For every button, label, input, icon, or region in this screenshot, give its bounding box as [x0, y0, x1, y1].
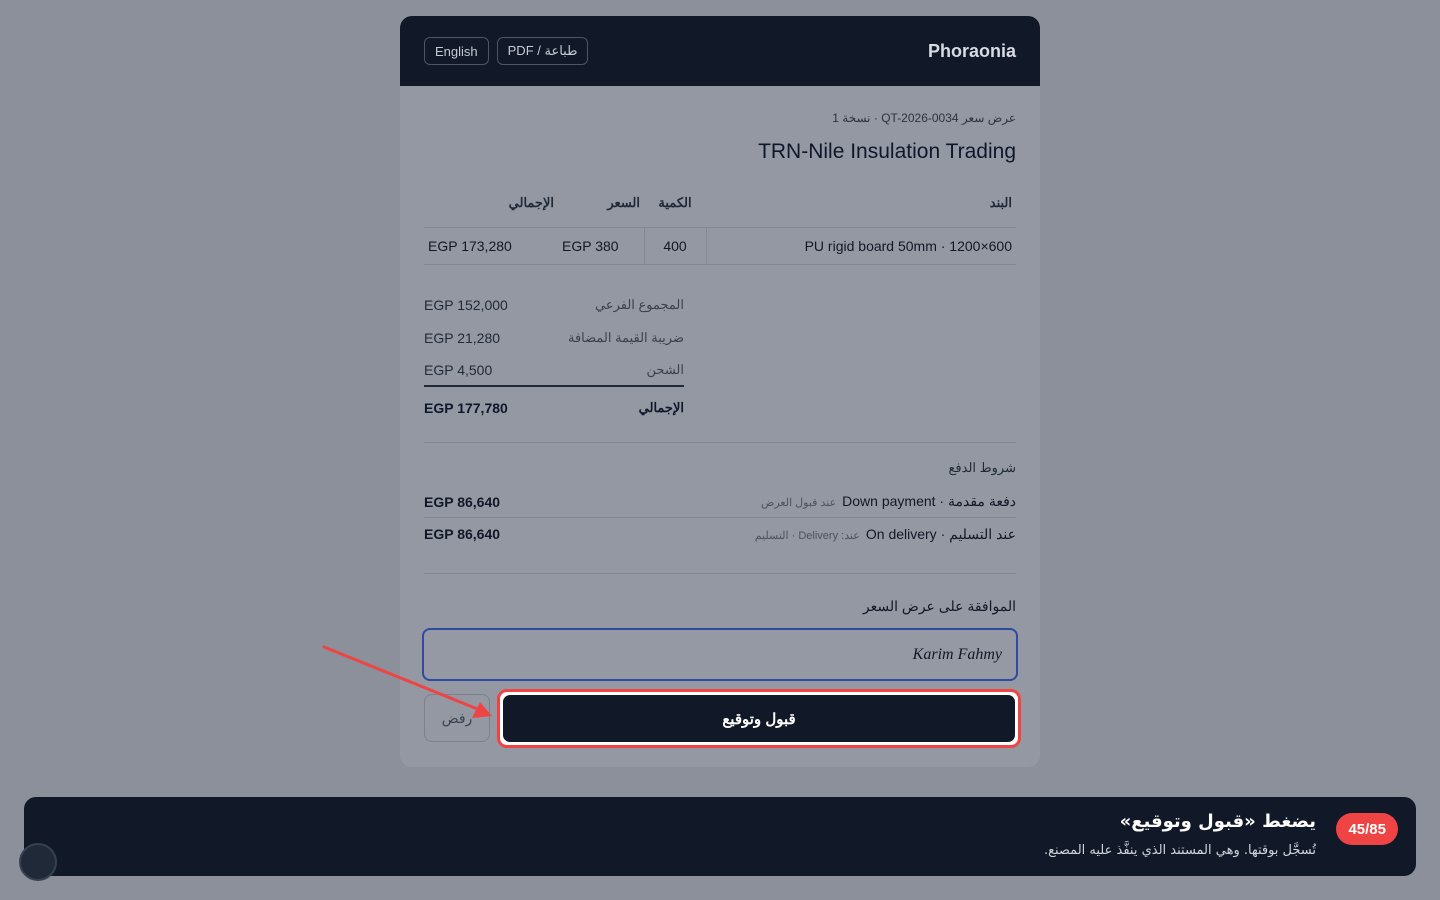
- col-header-qty: الكمية: [644, 191, 706, 228]
- col-header-price: السعر: [558, 191, 644, 228]
- subtotal-value: EGP 152,000: [424, 296, 508, 313]
- tour-tooltip: 45/85 يضغط «قبول وتوقيع» تُسجَّل بوقتها.…: [24, 797, 1416, 876]
- print-pdf-button[interactable]: PDF / طباعة: [496, 37, 589, 65]
- tour-step-badge: 45/85: [1336, 813, 1398, 845]
- divider: [424, 573, 1016, 574]
- item-price: EGP 380: [558, 227, 644, 265]
- vat-label: ضريبة القيمة المضافة: [567, 329, 684, 345]
- grand-total-value: EGP 177,780: [424, 399, 508, 416]
- vat-row: EGP 21,280 ضريبة القيمة المضافة: [424, 321, 684, 354]
- vat-value: EGP 21,280: [424, 329, 501, 346]
- quote-meta: عرض سعر QT-2026-0034 · نسخة 1: [832, 111, 1016, 125]
- payment-amount: EGP 86,640: [424, 493, 501, 510]
- payment-desc: دفعة مقدمة · Down payment عند قبول العرض: [761, 493, 1016, 510]
- payment-desc-text: عند التسليم · On delivery: [865, 525, 1016, 542]
- payment-desc-text: دفعة مقدمة · Down payment: [842, 493, 1016, 509]
- language-button[interactable]: English: [424, 37, 489, 65]
- header-actions: English PDF / طباعة: [424, 37, 589, 65]
- shipping-row: EGP 4,500 الشحن: [424, 354, 684, 387]
- payment-terms-title: شروط الدفع: [948, 460, 1016, 475]
- subtotal-label: المجموع الفرعي: [595, 296, 684, 312]
- payment-note: عند: Delivery · التسليم: [754, 529, 860, 542]
- subtotal-row: EGP 152,000 المجموع الفرعي: [424, 288, 684, 321]
- accept-sign-button-highlight[interactable]: قبول وتوقيع: [497, 689, 1021, 748]
- col-header-total: الإجمالي: [424, 191, 558, 228]
- payment-desc: عند التسليم · On delivery عند: Delivery ·…: [755, 526, 1016, 543]
- tour-title: يضغط «قبول وتوقيع»: [1119, 811, 1316, 832]
- divider: [424, 442, 1016, 443]
- payment-row: EGP 86,640 دفعة مقدمة · Down payment عند …: [424, 486, 1016, 518]
- brand-name: Phoraonia: [927, 40, 1016, 61]
- client-name: TRN-Nile Insulation Trading: [758, 140, 1016, 163]
- payment-note: عند قبول العرض: [761, 497, 837, 509]
- payment-amount: EGP 86,640: [424, 526, 501, 542]
- grand-total-row: EGP 177,780 الإجمالي: [424, 391, 684, 424]
- accept-sign-button[interactable]: قبول وتوقيع: [503, 695, 1015, 742]
- shipping-label: الشحن: [646, 361, 684, 377]
- shipping-value: EGP 4,500: [424, 361, 493, 378]
- items-table: البند الكمية السعر الإجمالي PU rigid boa…: [424, 191, 1016, 265]
- totals-summary: EGP 152,000 المجموع الفرعي EGP 21,280 ضر…: [424, 288, 684, 424]
- acceptance-title: الموافقة على عرض السعر: [862, 598, 1016, 614]
- card-header: Phoraonia English PDF / طباعة: [400, 16, 1040, 86]
- table-row: PU rigid board 50mm · 1200×600 400 EGP 3…: [424, 227, 1016, 265]
- col-header-item: البند: [706, 191, 1016, 228]
- pointer-arrow-icon: [322, 645, 492, 718]
- signature-input[interactable]: Karim Fahmy: [422, 628, 1018, 681]
- item-qty: 400: [643, 227, 707, 265]
- item-name: PU rigid board 50mm · 1200×600: [706, 227, 1016, 265]
- tour-body: تُسجَّل بوقتها. وهي المستند الذي ينفَّذ …: [1043, 843, 1316, 858]
- grand-total-label: الإجمالي: [638, 399, 684, 415]
- avatar[interactable]: [19, 843, 57, 881]
- payment-row: EGP 86,640 عند التسليم · On delivery عند:…: [424, 518, 1016, 550]
- item-total: EGP 173,280: [424, 227, 558, 265]
